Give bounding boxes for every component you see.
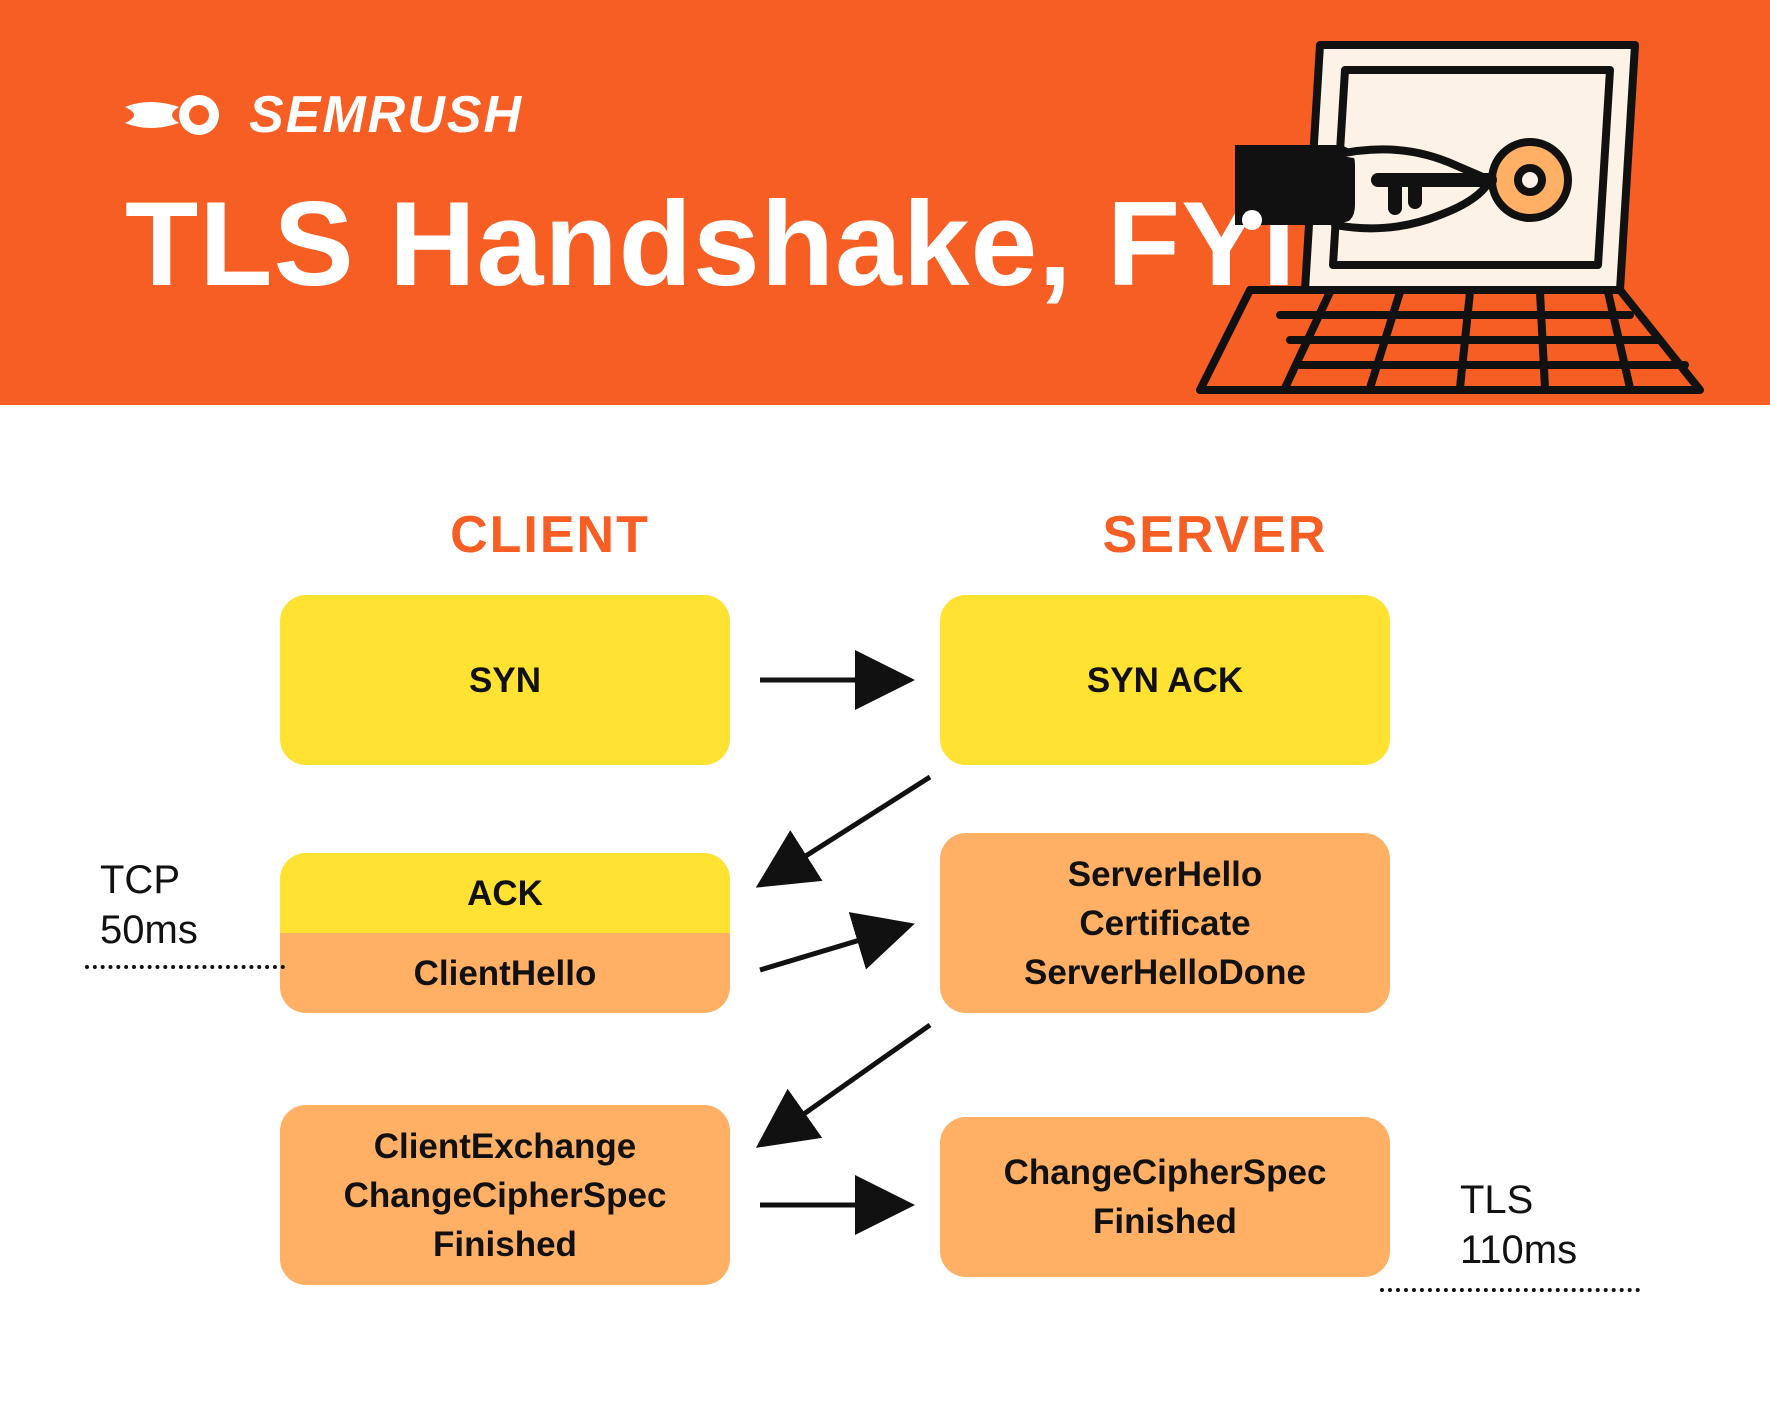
diagram-body: CLIENT SERVER SYN SYN ACK ACK ClientHell… <box>0 405 1770 1420</box>
column-header-client: CLIENT <box>325 505 775 565</box>
diagram-title: TLS Handshake, FYI <box>125 175 1297 313</box>
box-server-synack: SYN ACK <box>940 595 1390 765</box>
box-client-ack: ACK <box>280 853 730 933</box>
annotation-tls-label: TLS <box>1460 1175 1610 1225</box>
box-server-finished: ChangeCipherSpec Finished <box>940 1117 1390 1277</box>
box-client-finished: ClientExchange ChangeCipherSpec Finished <box>280 1105 730 1285</box>
column-header-server: SERVER <box>990 505 1440 565</box>
annotation-tcp-time: 50ms <box>100 905 250 955</box>
box-server-hello: ServerHello Certificate ServerHelloDone <box>940 833 1390 1013</box>
divider-tcp <box>85 965 285 969</box>
semrush-fireball-icon <box>125 87 225 143</box>
annotation-tcp-label: TCP <box>100 855 250 905</box>
box-client-clienthello: ClientHello <box>280 933 730 1013</box>
annotation-tls: TLS 110ms <box>1460 1175 1610 1275</box>
header: SEMRUSH TLS Handshake, FYI <box>0 0 1770 405</box>
brand-name: SEMRUSH <box>249 85 523 145</box>
box-client-syn: SYN <box>280 595 730 765</box>
brand: SEMRUSH <box>125 85 523 145</box>
annotation-tls-time: 110ms <box>1460 1225 1610 1275</box>
laptop-key-icon <box>1190 30 1710 400</box>
divider-tls <box>1380 1288 1640 1292</box>
annotation-tcp: TCP 50ms <box>100 855 250 955</box>
